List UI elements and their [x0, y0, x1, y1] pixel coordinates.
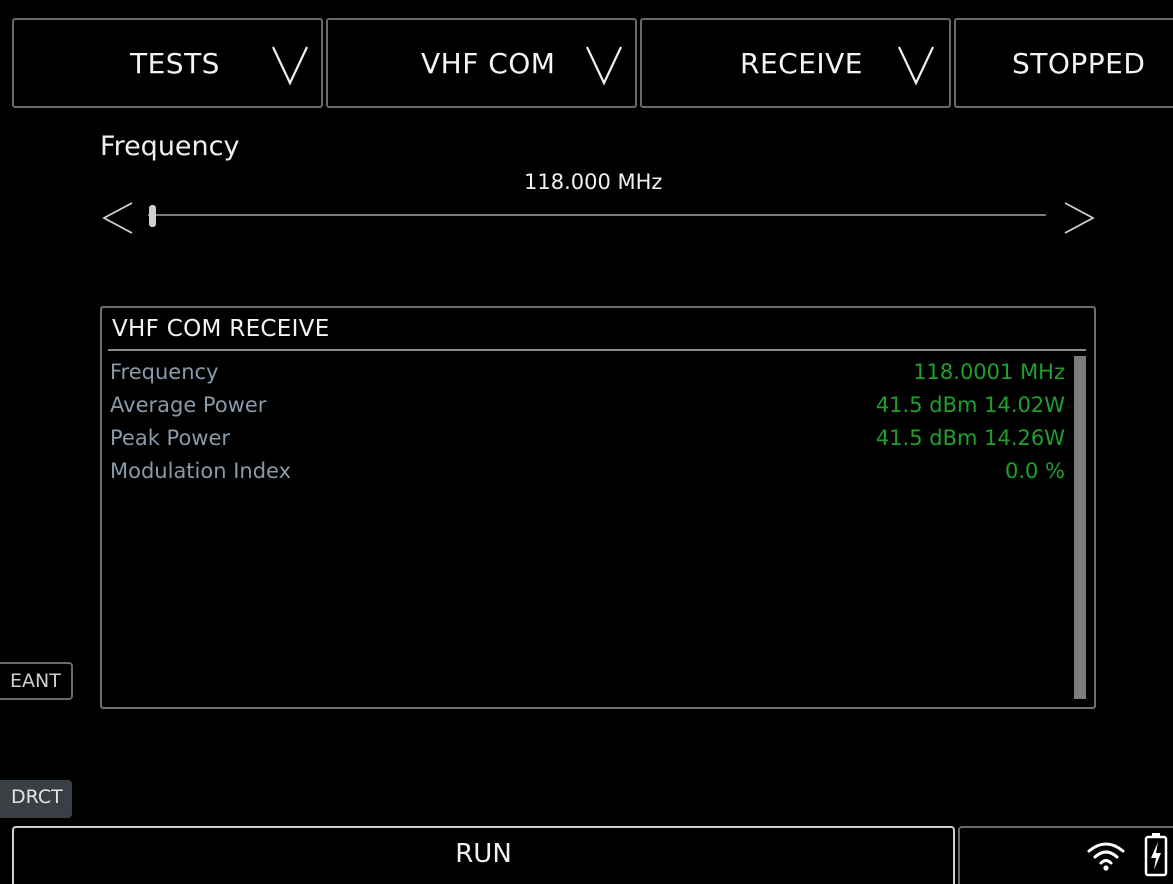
run-button[interactable]: RUN: [12, 826, 955, 884]
result-row: Modulation Index 0.0 %: [110, 459, 1065, 489]
status-label: STOPPED: [1012, 47, 1146, 80]
result-row: Peak Power 41.5 dBm 14.26W: [110, 426, 1065, 456]
chevron-down-icon: [586, 46, 622, 86]
chevron-down-icon: [272, 46, 308, 86]
frequency-slider-track[interactable]: [148, 214, 1046, 216]
result-value: 41.5 dBm 14.02W: [875, 393, 1065, 417]
mode-dropdown[interactable]: RECEIVE: [640, 18, 951, 108]
arrow-left-icon[interactable]: [100, 199, 136, 237]
status-button[interactable]: STOPPED: [954, 18, 1173, 108]
tests-dropdown[interactable]: TESTS: [12, 18, 323, 108]
system-label: VHF COM: [421, 47, 556, 80]
frequency-title: Frequency: [100, 131, 240, 162]
run-label: RUN: [455, 839, 512, 869]
result-value: 41.5 dBm 14.26W: [875, 426, 1065, 450]
panel-title: VHF COM RECEIVE: [112, 316, 330, 342]
result-label: Frequency: [110, 360, 219, 384]
result-row: Frequency 118.0001 MHz: [110, 360, 1065, 390]
result-value: 0.0 %: [1004, 459, 1065, 483]
arrow-right-icon[interactable]: [1061, 199, 1097, 237]
frequency-slider-thumb[interactable]: [149, 205, 156, 227]
panel-divider: [108, 349, 1086, 351]
battery-charging-icon: [1144, 833, 1168, 877]
eant-button[interactable]: EANT: [0, 662, 73, 700]
result-row: Average Power 41.5 dBm 14.02W: [110, 393, 1065, 423]
result-value: 118.0001 MHz: [913, 360, 1065, 384]
drct-button[interactable]: DRCT: [0, 780, 72, 818]
result-label: Average Power: [110, 393, 267, 417]
frequency-value: 118.000 MHz: [524, 170, 663, 194]
tests-label: TESTS: [130, 47, 220, 80]
status-tray: [958, 826, 1173, 884]
mode-label: RECEIVE: [740, 47, 863, 80]
result-label: Modulation Index: [110, 459, 292, 483]
system-dropdown[interactable]: VHF COM: [326, 18, 637, 108]
wifi-icon: [1087, 842, 1125, 871]
result-label: Peak Power: [110, 426, 231, 450]
chevron-down-icon: [898, 46, 934, 86]
results-panel: VHF COM RECEIVE Frequency 118.0001 MHz A…: [100, 306, 1096, 709]
results-scrollbar[interactable]: [1074, 356, 1086, 699]
